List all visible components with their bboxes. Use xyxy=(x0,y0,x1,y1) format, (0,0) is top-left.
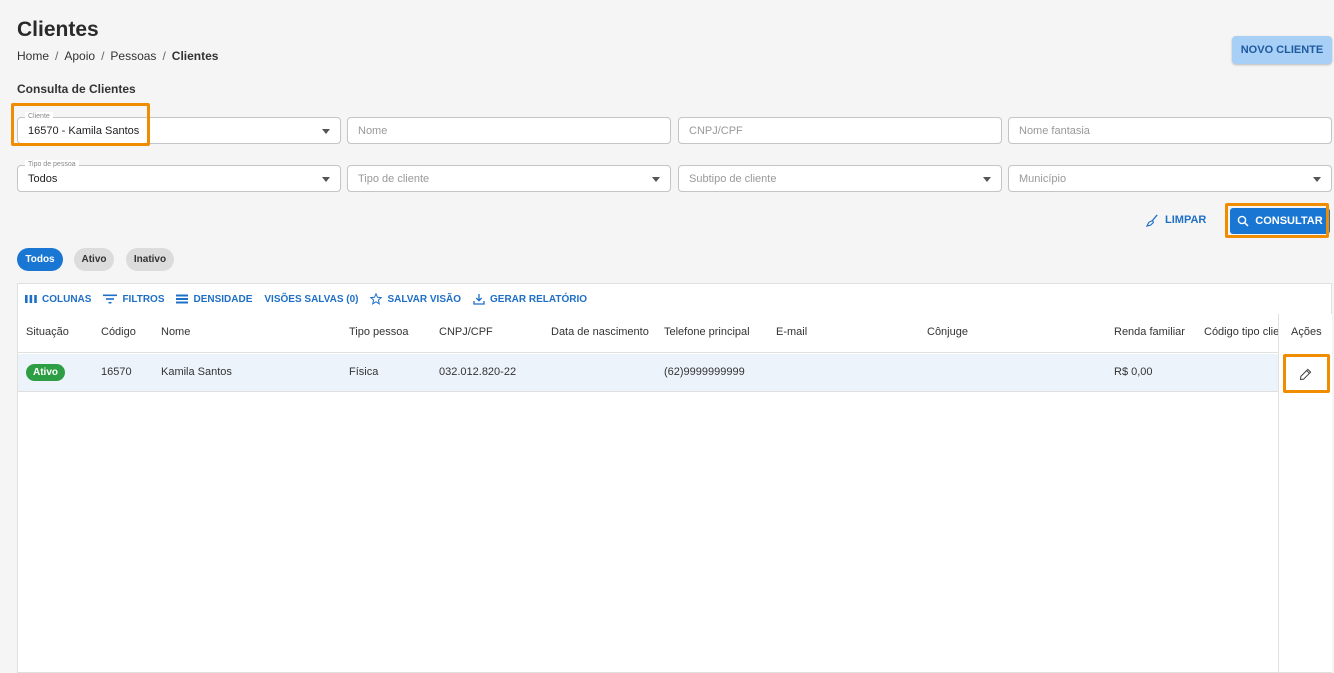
client-subtype-placeholder: Subtipo de cliente xyxy=(689,172,777,185)
caret-down-icon xyxy=(322,129,330,134)
caret-down-icon xyxy=(1313,177,1321,182)
search-button[interactable]: CONSULTAR xyxy=(1230,208,1330,234)
density-icon xyxy=(176,294,189,304)
municipality-select[interactable]: Município xyxy=(1008,165,1332,192)
person-type-legend: Tipo de pessoa xyxy=(25,160,79,169)
column-header-tipo-pessoa[interactable]: Tipo pessoa xyxy=(349,326,409,338)
save-view-button[interactable]: SALVAR VISÃO xyxy=(370,293,461,305)
new-client-button[interactable]: NOVO CLIENTE xyxy=(1232,36,1332,64)
cell-nome: Kamila Santos xyxy=(161,366,232,378)
columns-button[interactable]: COLUNAS xyxy=(25,294,91,305)
client-subtype-select[interactable]: Subtipo de cliente xyxy=(678,165,1002,192)
name-input[interactable]: Nome xyxy=(347,117,671,144)
trade-name-input-placeholder: Nome fantasia xyxy=(1019,124,1090,137)
municipality-placeholder: Município xyxy=(1019,172,1067,185)
table-row[interactable]: Ativo 16570 Kamila Santos Física 032.012… xyxy=(18,354,1278,392)
chip-inativo[interactable]: Inativo xyxy=(126,248,174,271)
column-header-acoes: Ações xyxy=(1291,326,1322,338)
section-title: Consulta de Clientes xyxy=(17,82,136,96)
density-label: DENSIDADE xyxy=(193,293,253,305)
cell-renda: R$ 0,00 xyxy=(1114,366,1153,378)
report-button[interactable]: GERAR RELATÓRIO xyxy=(473,293,587,305)
page-title: Clientes xyxy=(17,18,99,41)
table-toolbar: COLUNAS FILTROS DENSIDADE VISÕES SALVAS … xyxy=(18,284,1331,314)
broom-icon xyxy=(1146,214,1158,227)
clear-button-label: LIMPAR xyxy=(1165,214,1207,226)
breadcrumb-separator: / xyxy=(162,49,166,63)
caret-down-icon xyxy=(652,177,660,182)
client-select[interactable]: Cliente 16570 - Kamila Santos xyxy=(17,112,341,144)
name-input-placeholder: Nome xyxy=(358,124,388,137)
column-header-situacao[interactable]: Situação xyxy=(26,326,69,338)
caret-down-icon xyxy=(322,177,330,182)
cnpj-input-placeholder: CNPJ/CPF xyxy=(689,124,743,137)
saved-views-button[interactable]: VISÕES SALVAS (0) xyxy=(264,294,358,305)
search-icon xyxy=(1237,215,1249,227)
person-type-value: Todos xyxy=(28,172,58,185)
clients-table: COLUNAS FILTROS DENSIDADE VISÕES SALVAS … xyxy=(17,283,1332,673)
columns-icon xyxy=(25,295,37,303)
client-type-placeholder: Tipo de cliente xyxy=(358,172,430,185)
cell-telefone: (62)9999999999 xyxy=(664,366,745,378)
column-header-nascimento[interactable]: Data de nascimento xyxy=(551,326,649,338)
density-button[interactable]: DENSIDADE xyxy=(176,294,252,305)
column-header-conjuge[interactable]: Cônjuge xyxy=(927,326,968,338)
client-type-select[interactable]: Tipo de cliente xyxy=(347,165,671,192)
clear-button[interactable]: LIMPAR xyxy=(1146,211,1206,229)
column-header-codigo-tipo[interactable]: Código tipo cliente xyxy=(1204,326,1278,338)
saved-views-label: VISÕES SALVAS (0) xyxy=(264,293,359,305)
breadcrumb-home[interactable]: Home xyxy=(17,49,49,63)
save-view-label: SALVAR VISÃO xyxy=(387,293,462,305)
breadcrumb-separator: / xyxy=(55,49,59,63)
client-select-legend: Cliente xyxy=(25,112,53,121)
caret-down-icon xyxy=(983,177,991,182)
breadcrumb-pessoas[interactable]: Pessoas xyxy=(110,49,156,63)
column-header-codigo[interactable]: Código xyxy=(101,326,136,338)
filter-icon xyxy=(103,294,118,304)
breadcrumb-clientes: Clientes xyxy=(171,49,219,63)
star-icon xyxy=(370,293,383,305)
column-header-cnpj[interactable]: CNPJ/CPF xyxy=(439,326,493,338)
trade-name-input[interactable]: Nome fantasia xyxy=(1008,117,1332,144)
edit-button[interactable] xyxy=(1295,364,1315,384)
chip-todos[interactable]: Todos xyxy=(17,248,63,271)
search-button-label: CONSULTAR xyxy=(1255,215,1323,227)
breadcrumb-apoio[interactable]: Apoio xyxy=(64,49,95,63)
column-header-nome[interactable]: Nome xyxy=(161,326,190,338)
actions-column: Ações xyxy=(1278,314,1332,672)
cnpj-input[interactable]: CNPJ/CPF xyxy=(678,117,1002,144)
breadcrumb-separator: / xyxy=(101,49,105,63)
download-icon xyxy=(473,294,485,305)
filters-button[interactable]: FILTROS xyxy=(103,294,164,305)
report-label: GERAR RELATÓRIO xyxy=(490,293,588,305)
column-header-telefone[interactable]: Telefone principal xyxy=(664,326,750,338)
chip-ativo[interactable]: Ativo xyxy=(74,248,114,271)
cell-codigo: 16570 xyxy=(101,366,132,378)
status-badge: Ativo xyxy=(26,364,65,381)
pencil-icon xyxy=(1299,368,1311,380)
cell-tipo-pessoa: Física xyxy=(349,366,379,378)
columns-label: COLUNAS xyxy=(42,293,92,305)
breadcrumb: Home / Apoio / Pessoas / Clientes xyxy=(17,49,218,63)
cell-cnpj: 032.012.820-22 xyxy=(439,366,517,378)
person-type-select[interactable]: Tipo de pessoa Todos xyxy=(17,160,341,192)
client-select-value: 16570 - Kamila Santos xyxy=(28,124,140,137)
filters-label: FILTROS xyxy=(122,293,165,305)
column-header-renda[interactable]: Renda familiar xyxy=(1114,326,1185,338)
column-header-email[interactable]: E-mail xyxy=(776,326,807,338)
table-header: Situação Código Nome Tipo pessoa CNPJ/CP… xyxy=(18,314,1331,353)
